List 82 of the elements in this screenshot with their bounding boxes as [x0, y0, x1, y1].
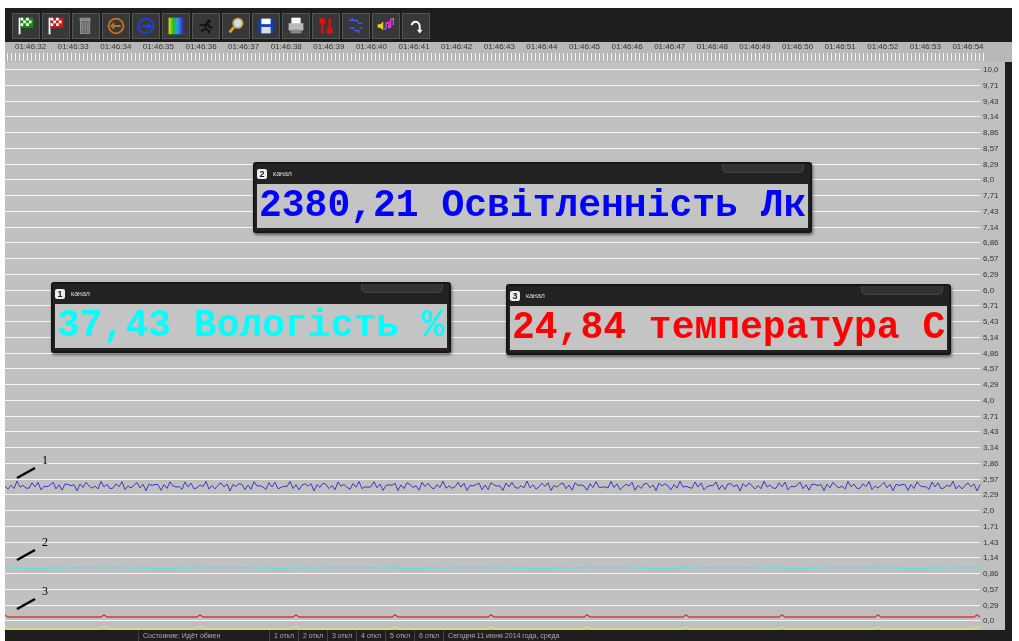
channel-number: 2 [257, 168, 267, 179]
axis-label: 7,71 [983, 191, 999, 201]
time-label: 01:46:36 [184, 42, 218, 52]
time-label: 01:46:53 [908, 42, 942, 52]
axis-label: 8,29 [983, 159, 999, 169]
axis-label: 3,71 [983, 411, 999, 421]
axis-label: 0,57 [983, 584, 999, 594]
time-label: 01:46:48 [695, 42, 729, 52]
axis-label: 5,71 [983, 301, 999, 311]
time-label: 01:46:47 [653, 42, 687, 52]
axis-label: 4,0 [983, 395, 995, 405]
axis-label: 3,14 [983, 443, 999, 453]
time-label: 01:46:52 [866, 42, 900, 52]
time-label: 01:46:35 [141, 42, 175, 52]
axis-label: 0,86 [983, 569, 999, 579]
title-grip[interactable] [722, 163, 805, 173]
toolbar-button[interactable] [402, 13, 430, 39]
time-label: 01:46:54 [951, 42, 985, 52]
axis-label: 8,57 [983, 143, 999, 153]
axis-label: 10,0 [983, 65, 999, 75]
time-label: 01:46:49 [738, 42, 772, 52]
trace-label: 3 [42, 583, 48, 598]
time-label: 01:46:45 [567, 42, 602, 52]
time-label: 01:46:50 [780, 42, 815, 52]
trace-label: 1 [42, 452, 48, 467]
axis-label: 2,29 [983, 490, 999, 500]
axis-label: 1,71 [983, 521, 999, 531]
axis-label: 4,57 [983, 364, 999, 374]
time-label: 01:46:41 [397, 42, 431, 52]
channel-reading: 2380,21 Освітленність Лк [257, 183, 809, 228]
time-label: 01:46:43 [482, 42, 516, 52]
trace-label: 2 [42, 534, 48, 549]
time-label: 01:46:40 [354, 42, 388, 52]
axis-label: 4,86 [983, 348, 999, 358]
axis-label: 2,57 [983, 474, 999, 484]
axis-label: 8,86 [983, 128, 999, 138]
axis-label: 3,43 [983, 427, 999, 437]
axis-label: 1,14 [983, 553, 999, 563]
toolbar-button[interactable] [162, 13, 190, 39]
toolbar-button[interactable] [372, 13, 400, 39]
axis-label: 7,14 [983, 222, 999, 232]
channel-reading: 24,84 температура С [510, 305, 948, 350]
axis-label: 2,0 [983, 506, 995, 516]
time-label: 01:46:39 [312, 42, 346, 52]
channel-reading: 37,43 Вологість % [55, 303, 447, 348]
title-grip[interactable] [861, 285, 944, 295]
time-label: 01:46:38 [269, 42, 303, 52]
axis-label: 9,14 [983, 112, 999, 122]
axis-label: 6,0 [983, 285, 995, 295]
time-label: 01:46:44 [525, 42, 559, 52]
toolbar-button[interactable] [222, 13, 250, 39]
time-label: 01:46:51 [823, 42, 857, 52]
axis-label: 0,29 [983, 600, 999, 610]
axis-label: 5,43 [983, 317, 999, 327]
axis-label: 1,43 [983, 537, 999, 547]
time-label: 01:46:37 [227, 42, 261, 52]
channel-number: 3 [510, 290, 520, 301]
toolbar-button[interactable] [12, 13, 40, 39]
leader-line [16, 466, 36, 479]
axis-label: 0,0 [983, 616, 995, 626]
axis-label: 2,86 [983, 458, 999, 468]
time-label: 01:46:32 [14, 42, 48, 52]
toolbar-button[interactable] [42, 13, 70, 39]
time-label: 01:46:33 [56, 42, 90, 52]
axis-label: 6,29 [983, 269, 999, 279]
time-label: 01:46:46 [610, 42, 644, 52]
channel-number: 1 [55, 288, 65, 299]
leader-line [16, 597, 36, 610]
toolbar-button[interactable] [252, 13, 280, 39]
axis-label: 9,71 [983, 80, 999, 90]
axis-label: 7,43 [983, 206, 999, 216]
axis-label: 9,43 [983, 96, 999, 106]
axis-label: 5,14 [983, 332, 999, 342]
leader-line [16, 548, 36, 561]
title-grip[interactable] [360, 283, 443, 293]
axis-label: 8,0 [983, 175, 995, 185]
toolbar-button[interactable] [282, 13, 310, 39]
time-label: 01:46:42 [440, 42, 474, 52]
axis-label: 6,57 [983, 254, 999, 264]
axis-label: 6,86 [983, 238, 999, 248]
axis-label: 4,29 [983, 380, 999, 390]
time-label: 01:46:34 [99, 42, 133, 52]
